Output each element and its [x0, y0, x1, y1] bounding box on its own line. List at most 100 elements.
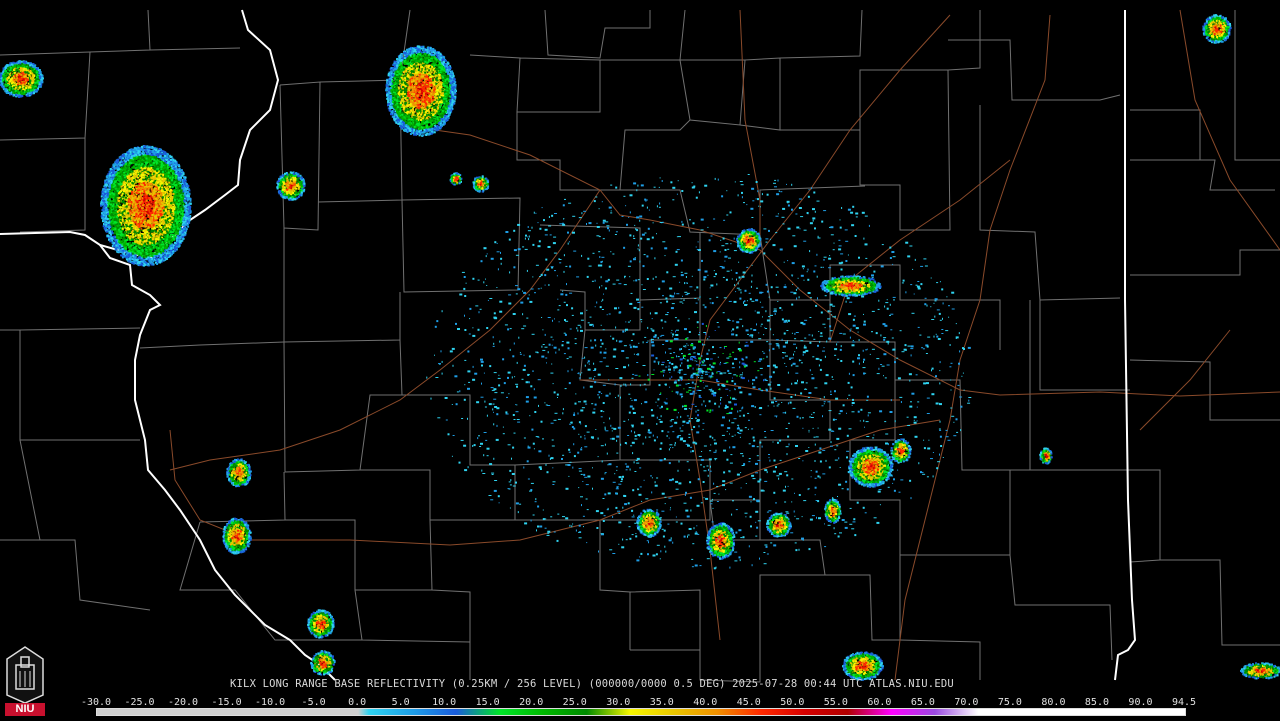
- echo-pixel: [587, 362, 589, 364]
- echo-pixel: [780, 191, 783, 193]
- echo-pixel: [711, 392, 715, 395]
- echo-pixel: [923, 258, 927, 260]
- echo-pixel: [939, 429, 942, 431]
- echo-pixel: [624, 503, 628, 506]
- echo-pixel: [763, 252, 766, 255]
- echo-pixel: [883, 353, 887, 356]
- echo-pixel: [660, 319, 663, 322]
- echo-pixel: [631, 510, 633, 512]
- echo-pixel: [755, 299, 759, 302]
- echo-pixel: [777, 403, 780, 405]
- echo-pixel: [550, 372, 554, 374]
- echo-pixel: [643, 254, 646, 256]
- echo-pixel: [808, 431, 810, 433]
- echo-pixel: [830, 390, 832, 393]
- echo-pixel: [613, 348, 617, 351]
- echo-pixel: [776, 193, 780, 196]
- echo-pixel: [669, 340, 673, 343]
- echo-pixel: [534, 411, 537, 413]
- echo-pixel: [800, 392, 803, 395]
- echo-pixel: [637, 488, 639, 491]
- echo-pixel: [513, 419, 516, 420]
- echo-pixel: [812, 356, 815, 358]
- echo-pixel: [726, 214, 729, 216]
- echo-pixel: [793, 510, 795, 513]
- echo-pixel: [496, 251, 500, 253]
- echo-pixel: [488, 495, 492, 496]
- echo-pixel: [808, 189, 810, 191]
- echo-pixel: [720, 398, 721, 401]
- echo-pixel: [676, 193, 678, 195]
- echo-pixel: [674, 421, 678, 424]
- echo-pixel: [735, 334, 738, 337]
- echo-pixel: [836, 343, 838, 346]
- echo-pixel: [809, 518, 813, 521]
- echo-pixel: [767, 383, 771, 386]
- echo-pixel: [583, 526, 584, 528]
- echo-pixel: [490, 499, 494, 501]
- echo-pixel: [926, 304, 928, 307]
- echo-pixel: [773, 405, 775, 407]
- echo-pixel: [726, 458, 729, 461]
- echo-pixel: [591, 323, 594, 325]
- echo-pixel: [465, 282, 467, 284]
- echo-pixel: [904, 344, 907, 347]
- echo-pixel: [599, 256, 601, 258]
- echo-pixel: [572, 466, 574, 469]
- echo-pixel: [669, 287, 673, 290]
- echo-pixel: [598, 236, 601, 238]
- echo-pixel: [823, 210, 827, 212]
- echo-pixel: [831, 430, 835, 432]
- echo-pixel: [799, 228, 801, 230]
- echo-pixel: [517, 223, 521, 226]
- echo-pixel: [871, 348, 875, 350]
- echo-pixel: [625, 469, 628, 471]
- echo-pixel: [584, 356, 586, 359]
- echo-pixel: [552, 242, 556, 245]
- echo-pixel: [838, 245, 842, 247]
- echo-pixel: [867, 414, 869, 417]
- echo-pixel: [823, 403, 825, 405]
- echo-pixel: [731, 435, 734, 437]
- echo-pixel: [727, 427, 731, 430]
- echo-pixel: [950, 407, 953, 409]
- echo-pixel: [830, 310, 832, 312]
- echo-pixel: [618, 543, 620, 545]
- echo-pixel: [934, 300, 937, 302]
- echo-pixel: [861, 211, 865, 214]
- echo-pixel: [689, 481, 692, 484]
- echo-pixel: [668, 348, 672, 350]
- echo-pixel: [714, 402, 717, 405]
- echo-pixel: [629, 405, 633, 408]
- echo-pixel: [656, 436, 658, 439]
- echo-pixel: [590, 346, 594, 349]
- echo-pixel: [719, 363, 721, 366]
- echo-pixel: [737, 410, 739, 413]
- echo-pixel: [851, 344, 855, 347]
- echo-pixel: [640, 184, 644, 187]
- echo-pixel: [864, 512, 867, 514]
- echo-pixel: [797, 379, 798, 382]
- echo-pixel: [689, 286, 693, 288]
- echo-pixel: [703, 400, 705, 403]
- echo-pixel: [731, 330, 732, 332]
- echo-pixel: [180, 169, 183, 172]
- echo-pixel: [562, 223, 566, 226]
- echo-pixel: [672, 276, 676, 278]
- echo-pixel: [637, 248, 639, 250]
- echo-pixel: [858, 362, 860, 365]
- echo-pixel: [697, 353, 700, 356]
- echo-pixel: [463, 276, 466, 278]
- echo-pixel: [852, 340, 854, 341]
- echo-pixel: [778, 190, 780, 192]
- echo-pixel: [677, 356, 680, 358]
- echo-pixel: [773, 308, 777, 310]
- echo-pixel: [748, 292, 751, 294]
- echo-pixel: [873, 517, 877, 519]
- echo-pixel: [665, 340, 669, 342]
- echo-pixel: [669, 377, 671, 380]
- echo-pixel: [584, 446, 588, 448]
- echo-pixel: [751, 300, 755, 302]
- echo-pixel: [698, 372, 701, 374]
- echo-pixel: [653, 360, 656, 363]
